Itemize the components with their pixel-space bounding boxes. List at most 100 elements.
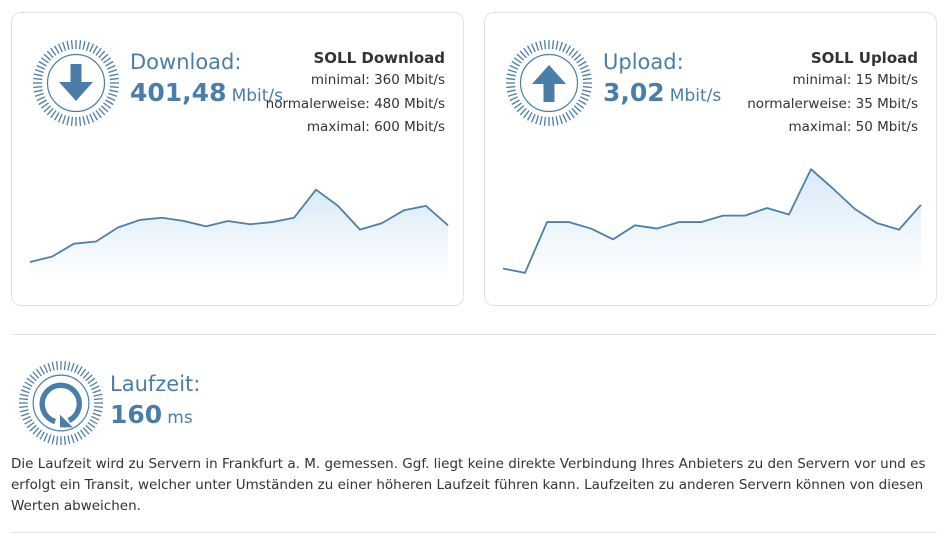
gauge-tick xyxy=(98,50,106,59)
gauge-tick xyxy=(38,99,47,106)
gauge-tick xyxy=(511,99,520,106)
gauge-tick xyxy=(46,107,54,116)
upload-unit: Mbit/s xyxy=(669,86,722,106)
download-chart xyxy=(29,163,449,289)
gauge-tick xyxy=(509,64,519,70)
download-soll-maximal: maximal: 600 Mbit/s xyxy=(306,119,445,135)
gauge-tick xyxy=(93,393,103,397)
latency-value: 160 xyxy=(110,400,163,429)
gauge-tick xyxy=(93,409,103,413)
gauge-tick xyxy=(70,362,75,372)
gauge-tick xyxy=(78,40,82,50)
gauge-tick xyxy=(62,41,67,51)
gauge-tick xyxy=(582,77,592,81)
download-soll: SOLL Download minimal: 360 Mbit/s normal… xyxy=(266,47,445,140)
section-divider xyxy=(11,334,937,335)
gauge-tick xyxy=(20,412,30,417)
gauge-tick xyxy=(77,431,83,440)
gauge-tick xyxy=(85,41,90,51)
download-gauge xyxy=(32,39,120,127)
gauge-tick xyxy=(85,424,93,432)
gauge-tick xyxy=(19,405,29,409)
gauge-tick xyxy=(78,116,82,126)
gauge-tick xyxy=(103,102,112,109)
arrow-down-icon xyxy=(59,64,93,101)
gauge-tick xyxy=(516,53,525,61)
download-gauge-svg xyxy=(33,40,119,126)
gauge-tick xyxy=(82,427,90,435)
gauge-tick xyxy=(100,53,109,61)
gauge-tick xyxy=(24,419,33,425)
gauge-tick xyxy=(530,43,536,53)
download-label: Download: xyxy=(130,50,242,74)
gauge-tick xyxy=(571,107,579,116)
gauge-tick xyxy=(55,435,59,445)
gauge-tick xyxy=(558,41,563,51)
gauge-tick xyxy=(34,92,44,97)
gauge-tick xyxy=(506,73,516,77)
gauge-tick xyxy=(576,57,585,64)
gauge-ticks xyxy=(18,360,104,446)
upload-soll: SOLL Upload minimal: 15 Mbit/s normalerw… xyxy=(747,47,918,140)
gauge-tick xyxy=(47,434,52,444)
gauge-tick xyxy=(579,96,589,102)
gauge-tick xyxy=(40,102,49,109)
gauge-tick xyxy=(43,105,52,113)
gauge-tick xyxy=(77,366,83,375)
gauge-tick xyxy=(46,50,54,59)
gauge-tick xyxy=(511,60,520,67)
gauge-tick xyxy=(50,47,57,56)
download-card: Download: 401,48 Mbit/s SOLL Download mi… xyxy=(11,12,464,306)
gauge-tick xyxy=(43,53,52,61)
gauge-tick xyxy=(36,96,46,102)
gauge-tick xyxy=(105,60,114,67)
gauge-tick xyxy=(100,105,109,113)
refresh-circle-icon xyxy=(39,382,82,428)
gauge-tick xyxy=(578,99,587,106)
upload-chart xyxy=(502,163,922,289)
gauge-tick xyxy=(40,57,49,64)
gauge-tick xyxy=(106,64,116,70)
upload-soll-minimal: minimal: 15 Mbit/s xyxy=(792,72,918,88)
latency-unit: ms xyxy=(167,408,193,428)
gauge-tick xyxy=(19,409,29,413)
upload-label: Upload: xyxy=(603,50,684,74)
gauge-tick xyxy=(543,116,547,126)
gauge-tick xyxy=(89,419,98,425)
gauge-tick xyxy=(55,361,59,371)
gauge-tick xyxy=(581,69,591,74)
gauge-tick xyxy=(579,64,589,70)
gauge-tick xyxy=(573,53,582,61)
gauge-tick xyxy=(98,107,106,116)
gauge-tick xyxy=(551,116,555,126)
gauge-tick xyxy=(571,50,579,59)
gauge-tick xyxy=(109,77,119,81)
gauge-tick xyxy=(35,368,42,377)
gauge-tick xyxy=(57,113,63,123)
upload-gauge xyxy=(505,39,593,127)
gauge-tick xyxy=(82,116,86,126)
download-soll-minimal: minimal: 360 Mbit/s xyxy=(310,72,445,88)
gauge-tick xyxy=(543,40,547,50)
gauge-tick xyxy=(26,422,35,429)
gauge-tick xyxy=(70,40,74,50)
gauge-tick xyxy=(89,113,95,123)
gauge-tick xyxy=(43,364,49,373)
gauge-tick xyxy=(519,50,527,59)
gauge-tick xyxy=(109,85,119,89)
gauge-tick xyxy=(95,47,102,56)
gauge-tick xyxy=(35,429,42,438)
gauge-tick xyxy=(526,45,533,54)
gauge-tick xyxy=(34,69,44,74)
upload-soll-title: SOLL Upload xyxy=(810,49,918,67)
upload-soll-normal: normalerweise: 35 Mbit/s xyxy=(747,95,918,112)
latency-gauge xyxy=(18,360,104,446)
upload-value: 3,02 xyxy=(603,78,665,107)
gauge-tick xyxy=(108,69,118,74)
gauge-tick xyxy=(67,435,71,445)
gauge-tick xyxy=(519,107,527,116)
gauge-tick xyxy=(53,112,60,121)
latency-note: Die Laufzeit wird zu Servern in Frankfur… xyxy=(11,456,926,514)
gauge-tick xyxy=(39,431,45,440)
gauge-tick xyxy=(509,96,519,102)
